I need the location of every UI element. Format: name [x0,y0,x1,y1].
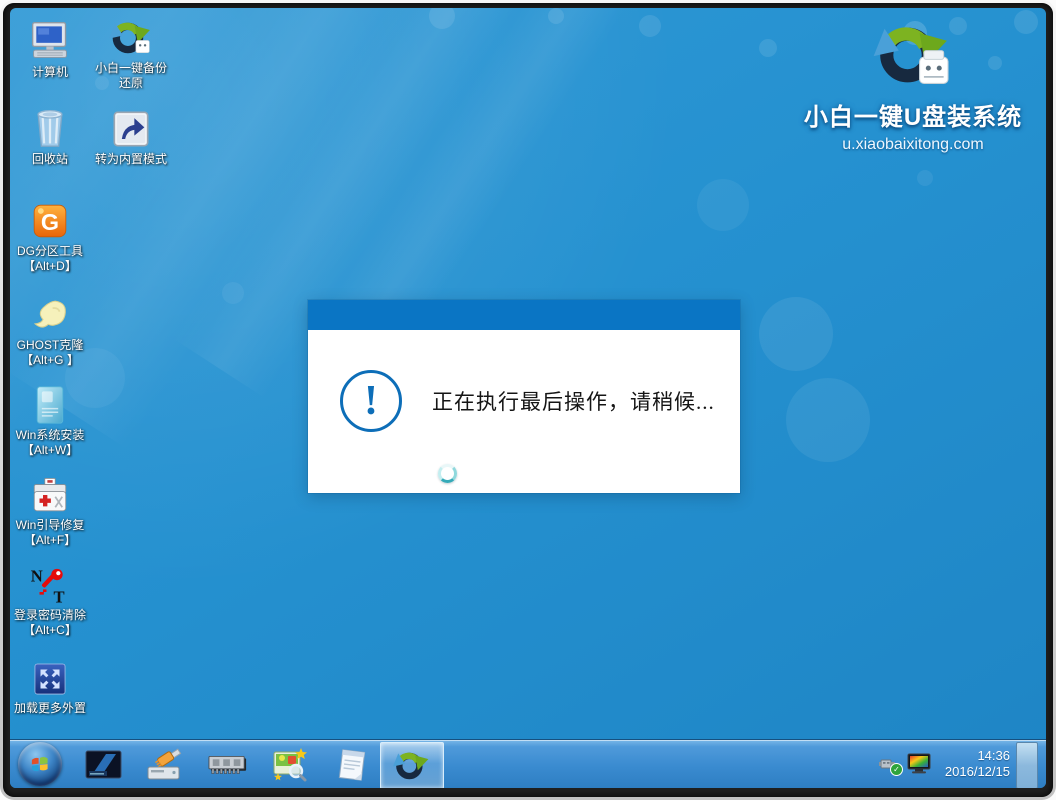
password-clear-icon: N T [29,563,71,605]
desktop-icon-dg-partition[interactable]: G DG分区工具 【Alt+D】 [10,199,93,274]
desktop-icon-backup-restore[interactable]: 小白一键备份 还原 [88,16,174,91]
start-button[interactable] [18,742,62,786]
win-boot-repair-icon [29,473,71,515]
desktop-icon-password-clear[interactable]: N T 登录密码清除 【Alt+C】 [10,563,93,638]
bokeh-circle [222,282,244,304]
display-tray-icon[interactable] [907,753,933,775]
brand-url: u.xiaobaixitong.com [798,136,1028,154]
show-desktop-button[interactable] [1016,742,1038,788]
svg-text:N: N [31,567,43,586]
alert-icon: ! [340,370,402,432]
bokeh-circle [759,39,777,57]
desktop-icon-label: 加载更多外置 [14,701,86,716]
internal-mode-icon [111,107,151,149]
bokeh-circle [786,378,870,462]
usb-tray-icon[interactable]: ✓ [879,753,901,775]
windows-logo-icon [27,751,53,777]
image-tool-button[interactable] [270,747,310,783]
desktop-icon-label: 小白一键备份 [95,61,167,76]
loading-spinner-icon [438,464,457,483]
display-settings-icon [85,750,123,780]
desktop-icon-internal-mode[interactable]: 转为内置模式 [88,107,174,167]
bokeh-circle [548,8,564,24]
bokeh-circle [759,297,833,371]
progress-dialog: ! 正在执行最后操作，请稍候... [308,300,740,493]
system-tray: ✓ 14:36 2016/12/15 [879,740,1010,788]
clock[interactable]: 14:36 2016/12/15 [945,748,1010,780]
load-more-icon [31,656,69,698]
dialog-body: ! 正在执行最后操作，请稍候... [308,330,740,493]
display-settings-button[interactable] [84,747,124,783]
clock-date: 2016/12/15 [945,764,1010,780]
notepad-icon [334,747,370,783]
brand-logo: 小白一键U盘装系统 u.xiaobaixitong.com [798,20,1028,154]
desktop-icon-recycle-bin[interactable]: 回收站 [10,107,93,167]
desktop-icon-hotkey: 【Alt+C】 [23,623,77,638]
win-install-icon [33,383,67,425]
computer-icon [28,20,72,62]
desktop-icon-hotkey: 【Alt+D】 [23,259,77,274]
xiaobai-app-button-active[interactable] [380,742,444,788]
desktop-icon-label: 登录密码清除 [14,608,86,623]
desktop-icon-hotkey: 【Alt+G 】 [21,353,79,368]
desktop-icon-label: 转为内置模式 [95,152,167,167]
safe-remove-check-icon: ✓ [890,763,903,776]
exclamation-glyph: ! [364,380,378,422]
desktop-icon-hotkey: 【Alt+F】 [24,533,76,548]
notepad-button[interactable] [332,747,372,783]
image-tool-icon [271,747,309,783]
desktop-icon-label: Win引导修复 [16,518,85,533]
xiaobai-backup-restore-icon [109,16,153,58]
desktop-icon-computer[interactable]: 计算机 [10,20,93,80]
desktop: 小白一键U盘装系统 u.xiaobaixitong.com 计算机 [10,8,1046,788]
clock-time: 14:36 [945,748,1010,764]
memory-tool-button[interactable] [208,747,248,783]
svg-text:T: T [54,588,65,606]
desktop-icon-load-more[interactable]: 加载更多外置 [10,656,93,716]
disk-cleanup-icon [146,748,186,782]
dg-partition-icon: G [30,199,70,241]
desktop-icon-label: DG分区工具 [17,244,83,259]
desktop-icon-hotkey: 【Alt+W】 [22,443,78,458]
ram-chip-icon [208,750,248,780]
desktop-icon-win-install[interactable]: Win系统安装 【Alt+W】 [10,383,93,458]
xiaobai-app-icon [393,749,431,783]
desktop-icon-win-boot-repair[interactable]: Win引导修复 【Alt+F】 [10,473,93,548]
desktop-icon-label: 回收站 [32,152,68,167]
bokeh-circle [697,179,749,231]
brand-title: 小白一键U盘装系统 [798,97,1028,132]
bokeh-circle [917,170,933,186]
svg-text:G: G [41,209,59,235]
dialog-message: 正在执行最后操作，请稍候... [432,386,715,416]
ghost-clone-icon [29,293,71,335]
recycle-bin-icon [30,107,70,149]
bokeh-circle [639,15,661,37]
desktop-icon-label: 计算机 [32,65,68,80]
xiaobai-logo-icon [873,20,953,90]
desktop-icon-label: GHOST克隆 [17,338,84,353]
desktop-icon-ghost-clone[interactable]: GHOST克隆 【Alt+G 】 [10,293,93,368]
desktop-icon-label: Win系统安装 [16,428,85,443]
disk-cleanup-button[interactable] [146,747,186,783]
dialog-titlebar[interactable] [308,300,740,330]
desktop-icon-label: 还原 [119,76,143,91]
taskbar: ✓ 14:36 2016/12/15 [10,739,1046,788]
